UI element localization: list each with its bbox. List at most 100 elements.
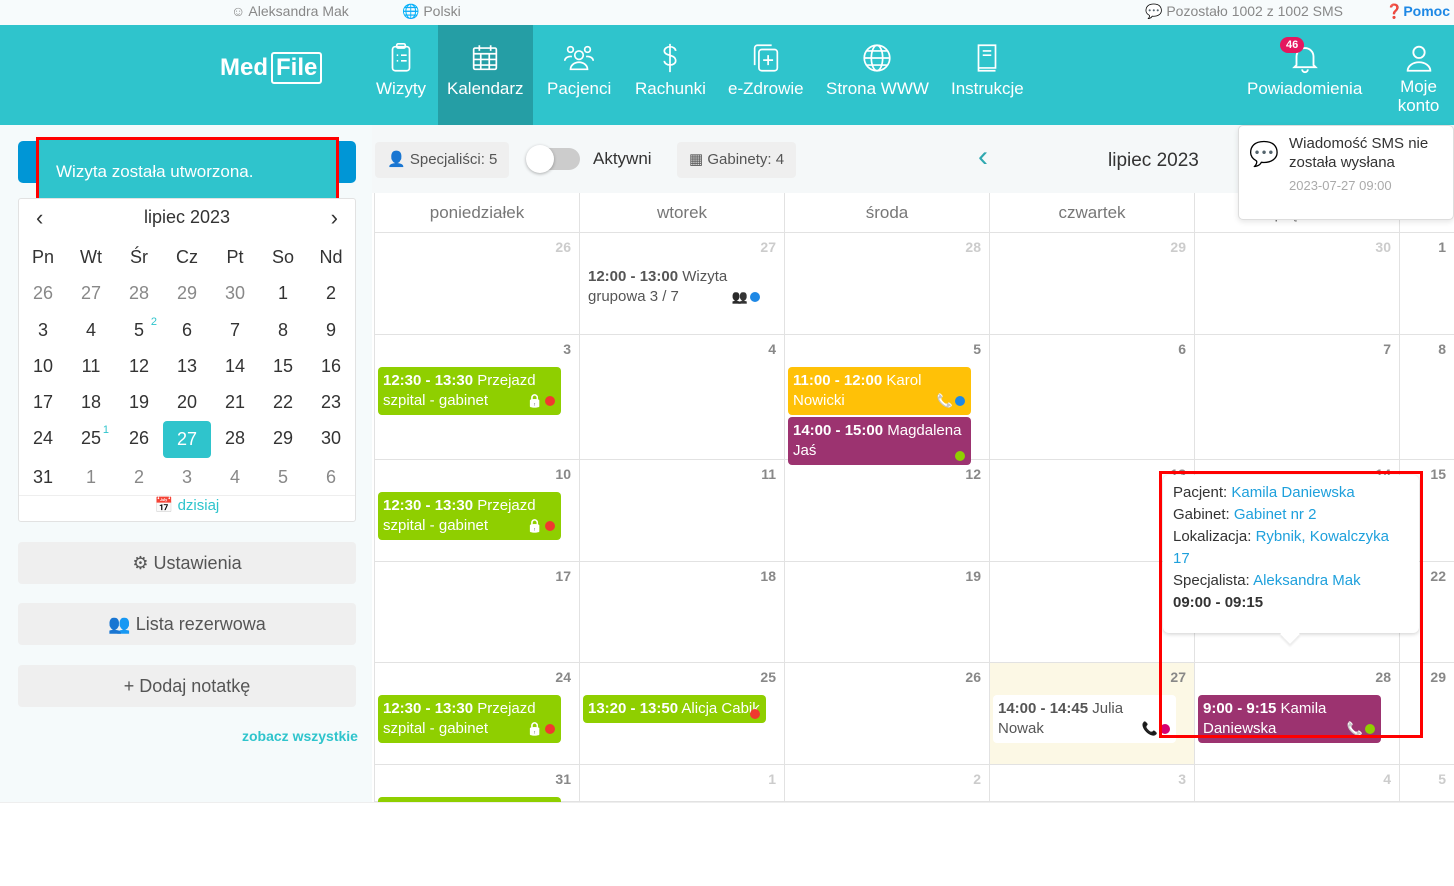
mini-day[interactable]: 2	[115, 459, 163, 495]
day-cell[interactable]: 8	[1400, 335, 1454, 460]
mini-day[interactable]: 21	[211, 384, 259, 420]
day-cell[interactable]: 6	[990, 335, 1195, 460]
add-note-button[interactable]: + Dodaj notatkę	[18, 665, 356, 707]
see-all-notes-link[interactable]: zobacz wszystkie	[242, 728, 358, 744]
mini-day[interactable]: 8	[259, 312, 307, 348]
day-cell[interactable]: 1	[1400, 233, 1454, 335]
day-cell[interactable]: 1	[580, 765, 785, 802]
day-cell[interactable]: 27 12:00 - 13:00 Wizyta grupowa 3 / 7 👥	[580, 233, 785, 335]
calendar-event[interactable]: 13:20 - 13:50 Alicja Cabik	[583, 695, 766, 723]
day-cell[interactable]: 2	[785, 765, 990, 802]
mini-day[interactable]: 13	[163, 348, 211, 384]
nav-account[interactable]: Moje konto	[1383, 25, 1454, 125]
mini-day[interactable]: 11	[67, 348, 115, 384]
mini-day[interactable]: 22	[259, 384, 307, 420]
calendar-event[interactable]: 12:30 - 13:30 Przejazd szpital - gabinet…	[378, 695, 561, 743]
mini-day[interactable]: 30	[211, 275, 259, 311]
day-cell[interactable]: 3	[990, 765, 1195, 802]
mini-day[interactable]: 29	[163, 275, 211, 311]
mini-day[interactable]: 31	[19, 459, 67, 495]
mini-day[interactable]: 29	[259, 420, 307, 456]
day-cell[interactable]: 12	[785, 460, 990, 562]
mini-day[interactable]: 25 1	[67, 420, 115, 456]
day-cell[interactable]: 30	[1195, 233, 1400, 335]
mini-day[interactable]: 1	[67, 459, 115, 495]
nav-strona-www[interactable]: Strona WWW	[817, 25, 938, 125]
day-cell[interactable]: 4	[1195, 765, 1400, 802]
user-link[interactable]: ☺ Aleksandra Mak	[231, 3, 349, 19]
mini-day[interactable]: 17	[19, 384, 67, 420]
mini-day[interactable]: 19	[115, 384, 163, 420]
mini-day[interactable]: 4	[67, 312, 115, 348]
nav-kalendarz[interactable]: Kalendarz	[438, 25, 533, 125]
medfile-logo[interactable]: Med File	[220, 52, 323, 84]
day-cell[interactable]: 7	[1195, 335, 1400, 460]
mini-day[interactable]: 2	[307, 275, 355, 311]
mini-day[interactable]: 6	[307, 459, 355, 495]
day-cell[interactable]: 17	[375, 562, 580, 663]
day-cell[interactable]: 29	[990, 233, 1195, 335]
day-cell[interactable]: 18	[580, 562, 785, 663]
mini-day[interactable]: 26	[19, 275, 67, 311]
mini-day[interactable]: 4	[211, 459, 259, 495]
calendar-event[interactable]: 14:00 - 15:00 Magdalena Jaś	[788, 417, 971, 465]
day-cell[interactable]: 28	[785, 233, 990, 335]
specialist-link[interactable]: Aleksandra Mak	[1253, 572, 1361, 589]
calendar-event[interactable]: 12:00 - 13:00 Wizyta grupowa 3 / 7 👥	[583, 263, 766, 311]
mini-day[interactable]: 23	[307, 384, 355, 420]
mini-day[interactable]: 5	[259, 459, 307, 495]
mini-day[interactable]: 15	[259, 348, 307, 384]
room-link[interactable]: Gabinet nr 2	[1234, 506, 1317, 523]
day-cell[interactable]: 11	[580, 460, 785, 562]
calendar-event[interactable]: 12:30 - 13:30 Przejazd szpital - gabinet…	[378, 367, 561, 415]
nav-notifications[interactable]: 46 Powiadomienia	[1238, 25, 1371, 125]
mini-day[interactable]: 27	[163, 421, 211, 458]
mini-day[interactable]: 16	[307, 348, 355, 384]
mini-day[interactable]: 10	[19, 348, 67, 384]
language-select[interactable]: 🌐 Polski	[402, 3, 461, 20]
mini-day[interactable]: 24	[19, 420, 67, 456]
day-cell[interactable]: 28 9:00 - 9:15 Kamila Daniewska 📞	[1195, 663, 1400, 765]
prev-month-button[interactable]: ‹	[978, 140, 988, 174]
specialists-filter[interactable]: 👤 Specjaliści: 5	[375, 142, 510, 178]
mini-day[interactable]: 26	[115, 420, 163, 456]
calendar-event[interactable]: 12:30 - 13:30 Przejazd szpital - gabinet…	[378, 492, 561, 540]
reserve-list-button[interactable]: 👥 Lista rezerwowa	[18, 603, 356, 645]
day-cell[interactable]: 25 13:20 - 13:50 Alicja Cabik	[580, 663, 785, 765]
rooms-filter[interactable]: ▦ Gabinety: 4	[677, 142, 797, 178]
mini-day[interactable]: 20	[163, 384, 211, 420]
mini-day[interactable]: 27	[67, 275, 115, 311]
nav-wizyty[interactable]: Wizyty	[367, 25, 435, 125]
day-cell[interactable]: 3 12:30 - 13:30 Przejazd szpital - gabine…	[375, 335, 580, 460]
mini-day[interactable]: 9	[307, 312, 355, 348]
day-cell[interactable]: 29	[1400, 663, 1454, 765]
nav-instrukcje[interactable]: Instrukcje	[942, 25, 1033, 125]
notification-popup[interactable]: 💬 Wiadomość SMS nie została wysłana 2023…	[1238, 125, 1454, 220]
patient-link[interactable]: Kamila Daniewska	[1231, 484, 1354, 501]
day-cell[interactable]: 27 14:00 - 14:45 Julia Nowak 📞	[990, 663, 1195, 765]
day-cell[interactable]: 26	[785, 663, 990, 765]
day-cell[interactable]: 5	[1400, 765, 1454, 802]
calendar-event[interactable]: 14:00 - 14:45 Julia Nowak 📞	[993, 695, 1176, 743]
day-cell[interactable]: 5 11:00 - 12:00 Karol Nowicki 📞 14:00 - 15:…	[785, 335, 990, 465]
mini-day[interactable]: 1	[259, 275, 307, 311]
day-cell[interactable]: 3112:30 - 13:30 Przejazd szpital - gabin…	[375, 765, 580, 845]
help-link[interactable]: ❓Pomoc	[1386, 3, 1450, 20]
mini-day[interactable]: 6	[163, 312, 211, 348]
calendar-event[interactable]: 11:00 - 12:00 Karol Nowicki 📞	[788, 367, 971, 415]
mini-day[interactable]: 3	[19, 312, 67, 348]
mini-next-month-button[interactable]: ›	[331, 205, 338, 231]
day-cell[interactable]: 26	[375, 233, 580, 335]
nav-e-zdrowie[interactable]: e-Zdrowie	[719, 25, 813, 125]
today-link[interactable]: 📅 dzisiaj	[19, 495, 355, 514]
settings-button[interactable]: ⚙ Ustawienia	[18, 542, 356, 584]
calendar-event[interactable]: 9:00 - 9:15 Kamila Daniewska 📞	[1198, 695, 1381, 743]
mini-day[interactable]: 3	[163, 459, 211, 495]
mini-day[interactable]: 7	[211, 312, 259, 348]
day-cell[interactable]: 19	[785, 562, 990, 663]
mini-day[interactable]: 28	[211, 420, 259, 456]
day-cell[interactable]: 24 12:30 - 13:30 Przejazd szpital - gabin…	[375, 663, 580, 765]
nav-rachunki[interactable]: Rachunki	[626, 25, 715, 125]
nav-pacjenci[interactable]: Pacjenci	[538, 25, 620, 125]
active-toggle[interactable]	[526, 145, 580, 173]
